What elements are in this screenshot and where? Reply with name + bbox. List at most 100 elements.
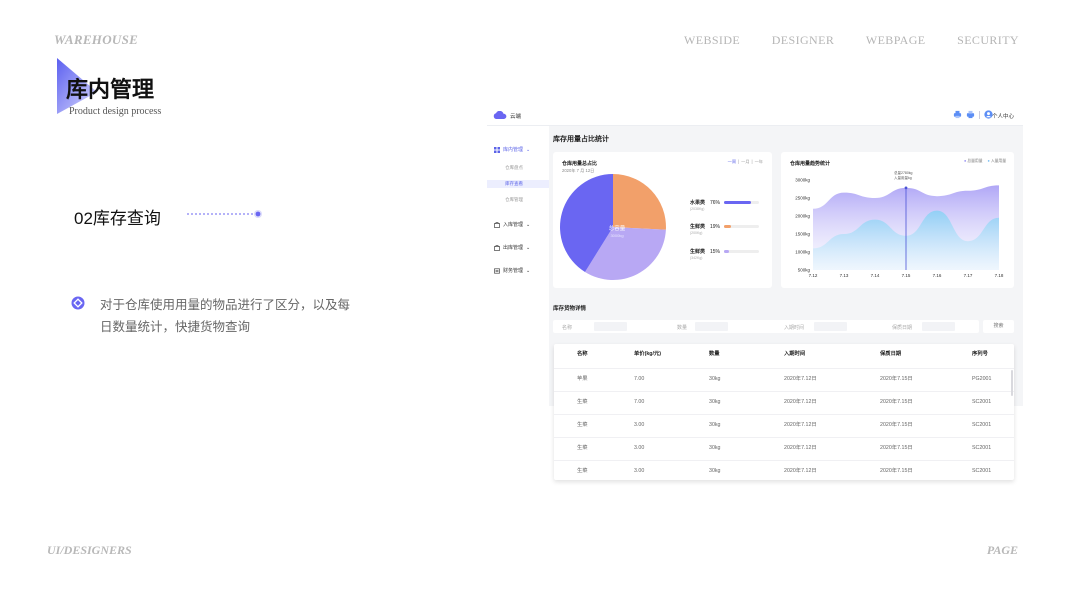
cell-quantity: 30kg <box>709 468 721 474</box>
column-header: 数量 <box>709 351 720 357</box>
section-title: 库内管理 <box>66 77 155 102</box>
pie-center-value: 3000kg <box>610 233 623 238</box>
cell-in-date: 2020年7.12日 <box>784 445 817 451</box>
stock-detail-title: 库存货物详情 <box>553 306 587 312</box>
cell-in-date: 2020年7.12日 <box>784 422 817 428</box>
cell-expiry: 2020年7.15日 <box>880 445 913 451</box>
pie-center-label: 总容量 <box>609 224 626 232</box>
pie-chart: 总容量 3000kg <box>560 174 666 280</box>
app-sidebar: 库内管理 ⌄ 仓库盘点 库存查看 仓库管理 入库管理 ⌄ 出库管理 ⌄ 财务管理… <box>487 126 549 406</box>
legend-sub: (2038Kg) <box>690 207 705 211</box>
cell-serial: PG2001 <box>972 376 992 382</box>
y-tick-label: 500kg <box>798 268 811 273</box>
highlight-point[interactable] <box>904 186 908 190</box>
column-header: 入期时间 <box>784 351 806 357</box>
range-year[interactable]: 一年 <box>755 159 763 165</box>
cell-quantity: 30kg <box>709 399 721 405</box>
filter-label-name: 名称 <box>562 325 573 331</box>
cell-expiry: 2020年7.15日 <box>880 399 913 405</box>
cell-name: 生菜 <box>577 445 588 451</box>
cell-in-date: 2020年7.12日 <box>784 376 817 382</box>
filter-expiry-input[interactable] <box>922 322 955 331</box>
column-header: 保质日期 <box>880 351 902 357</box>
column-header: 名称 <box>577 351 588 357</box>
diamond-bullet-icon <box>71 296 85 310</box>
filter-label-expiry: 保质日期 <box>892 325 913 331</box>
chevron-down-icon: ⌄ <box>526 267 531 274</box>
legend-bar <box>724 201 759 204</box>
printer-icon[interactable] <box>953 110 962 119</box>
sidebar-item-inventory[interactable]: 库内管理 ⌄ <box>494 146 530 153</box>
column-header: 单价(kg/元) <box>634 351 662 357</box>
y-tick-label: 1500kg <box>795 232 810 237</box>
cell-quantity: 30kg <box>709 422 721 428</box>
inbox-in-icon <box>494 221 500 228</box>
trend-area-chart: 3000kg 2500kg 2000kg 1500kg 1000kg 500kg7.12 7… <box>795 170 1004 278</box>
table-row[interactable]: 苹果 7.00 30kg 2020年7.12日 2020年7.15日 PG200… <box>554 368 1014 392</box>
y-tick-label: 2500kg <box>795 196 810 201</box>
submenu-stock-view[interactable]: 库存查看 <box>487 180 549 188</box>
legend-inbound: 入量用量 <box>988 159 1006 164</box>
filter-in-date-input[interactable] <box>814 322 847 331</box>
cell-name: 生菜 <box>577 468 588 474</box>
y-tick-label: 3000kg <box>795 178 810 183</box>
nav-link-designer[interactable]: DESIGNER <box>772 33 835 48</box>
x-tick-label: 7.14 <box>871 273 880 278</box>
search-button[interactable]: 搜索 <box>983 320 1014 333</box>
feature-description: 对于仓库使用用量的物品进行了区分，以及每日数量统计，快捷货物查询 <box>100 298 351 334</box>
filter-quantity-input[interactable] <box>695 322 728 331</box>
range-week[interactable]: 一周 <box>728 159 736 165</box>
print-icon[interactable] <box>966 110 975 119</box>
legend-bar <box>724 250 759 253</box>
trend-card-title: 仓库用量趋势统计 <box>790 161 831 167</box>
nav-link-security[interactable]: SECURITY <box>957 33 1019 48</box>
top-nav: WEBSIDE DESIGNER WEBPAGE SECURITY <box>684 33 1019 48</box>
legend-percent: 76% <box>710 199 721 206</box>
table-row[interactable]: 生菜 7.00 30kg 2020年7.12日 2020年7.15日 SC200… <box>554 391 1014 415</box>
cell-name: 生菜 <box>577 399 588 405</box>
cell-expiry: 2020年7.15日 <box>880 376 913 382</box>
range-month[interactable]: 一月 <box>741 159 749 165</box>
sidebar-item-inbound[interactable]: 入库管理 ⌄ <box>494 221 530 228</box>
sidebar-item-label: 财务管理 <box>503 268 524 274</box>
table-row[interactable]: 生菜 3.00 30kg 2020年7.12日 2020年7.15日 SC200… <box>554 460 1014 484</box>
cell-expiry: 2020年7.15日 <box>880 468 913 474</box>
cell-in-date: 2020年7.12日 <box>784 468 817 474</box>
filter-name-input[interactable] <box>594 322 627 331</box>
submenu-stocktake[interactable]: 仓库盘点 <box>487 164 549 172</box>
sidebar-item-outbound[interactable]: 出库管理 ⌄ <box>494 244 530 251</box>
user-center-link[interactable]: 个人中心 <box>992 112 1014 120</box>
sidebar-item-label: 库内管理 <box>503 147 524 153</box>
cell-price: 7.00 <box>634 376 645 382</box>
table-row[interactable]: 生菜 3.00 30kg 2020年7.12日 2020年7.15日 SC200… <box>554 414 1014 438</box>
x-tick-label: 7.18 <box>995 273 1004 278</box>
nav-link-webpage[interactable]: WEBPAGE <box>866 33 926 48</box>
cell-price: 3.00 <box>634 468 645 474</box>
usage-ratio-card: 仓库用量总占比 2020年 7 月 12日 一周 | 一月 | 一年 总容量 300… <box>553 152 772 288</box>
inbox-out-icon <box>494 244 500 251</box>
filter-label-quantity: 数量 <box>677 325 688 331</box>
cell-serial: SC2001 <box>972 399 992 405</box>
nav-link-webside[interactable]: WEBSIDE <box>684 33 740 48</box>
sidebar-item-finance[interactable]: 财务管理 ⌄ <box>494 267 530 274</box>
legend-bar-fill <box>724 225 731 228</box>
tooltip-text: 入量用量kg <box>894 175 912 180</box>
chevron-down-icon: ⌄ <box>526 146 531 153</box>
cell-in-date: 2020年7.12日 <box>784 399 817 405</box>
cell-serial: SC2001 <box>972 422 992 428</box>
usage-trend-card: 仓库用量趋势统计 总量用量 入量用量 3000kg 2500kg 2000kg 150… <box>781 152 1014 288</box>
chevron-down-icon: ⌄ <box>526 221 531 228</box>
app-header: 云端 个人中心 <box>487 104 1023 126</box>
x-tick-label: 7.16 <box>933 273 942 278</box>
x-tick-label: 7.17 <box>964 273 973 278</box>
legend-percent: 19% <box>710 223 721 230</box>
table-scrollbar[interactable] <box>1011 370 1013 396</box>
table-row[interactable]: 生菜 3.00 30kg 2020年7.12日 2020年7.15日 SC200… <box>554 437 1014 461</box>
legend-name: 水果类 <box>690 200 706 206</box>
trend-legend: 总量用量 入量用量 <box>964 159 1006 164</box>
range-switch: 一周 | 一月 | 一年 <box>727 159 763 165</box>
filter-bar: 名称 数量 入期时间 保质日期 <box>553 320 979 333</box>
table-header-row: 名称 单价(kg/元) 数量 入期时间 保质日期 序列号 <box>554 344 1014 368</box>
submenu-warehouse-manage[interactable]: 仓库管理 <box>487 196 549 204</box>
x-tick-label: 7.15 <box>902 273 911 278</box>
